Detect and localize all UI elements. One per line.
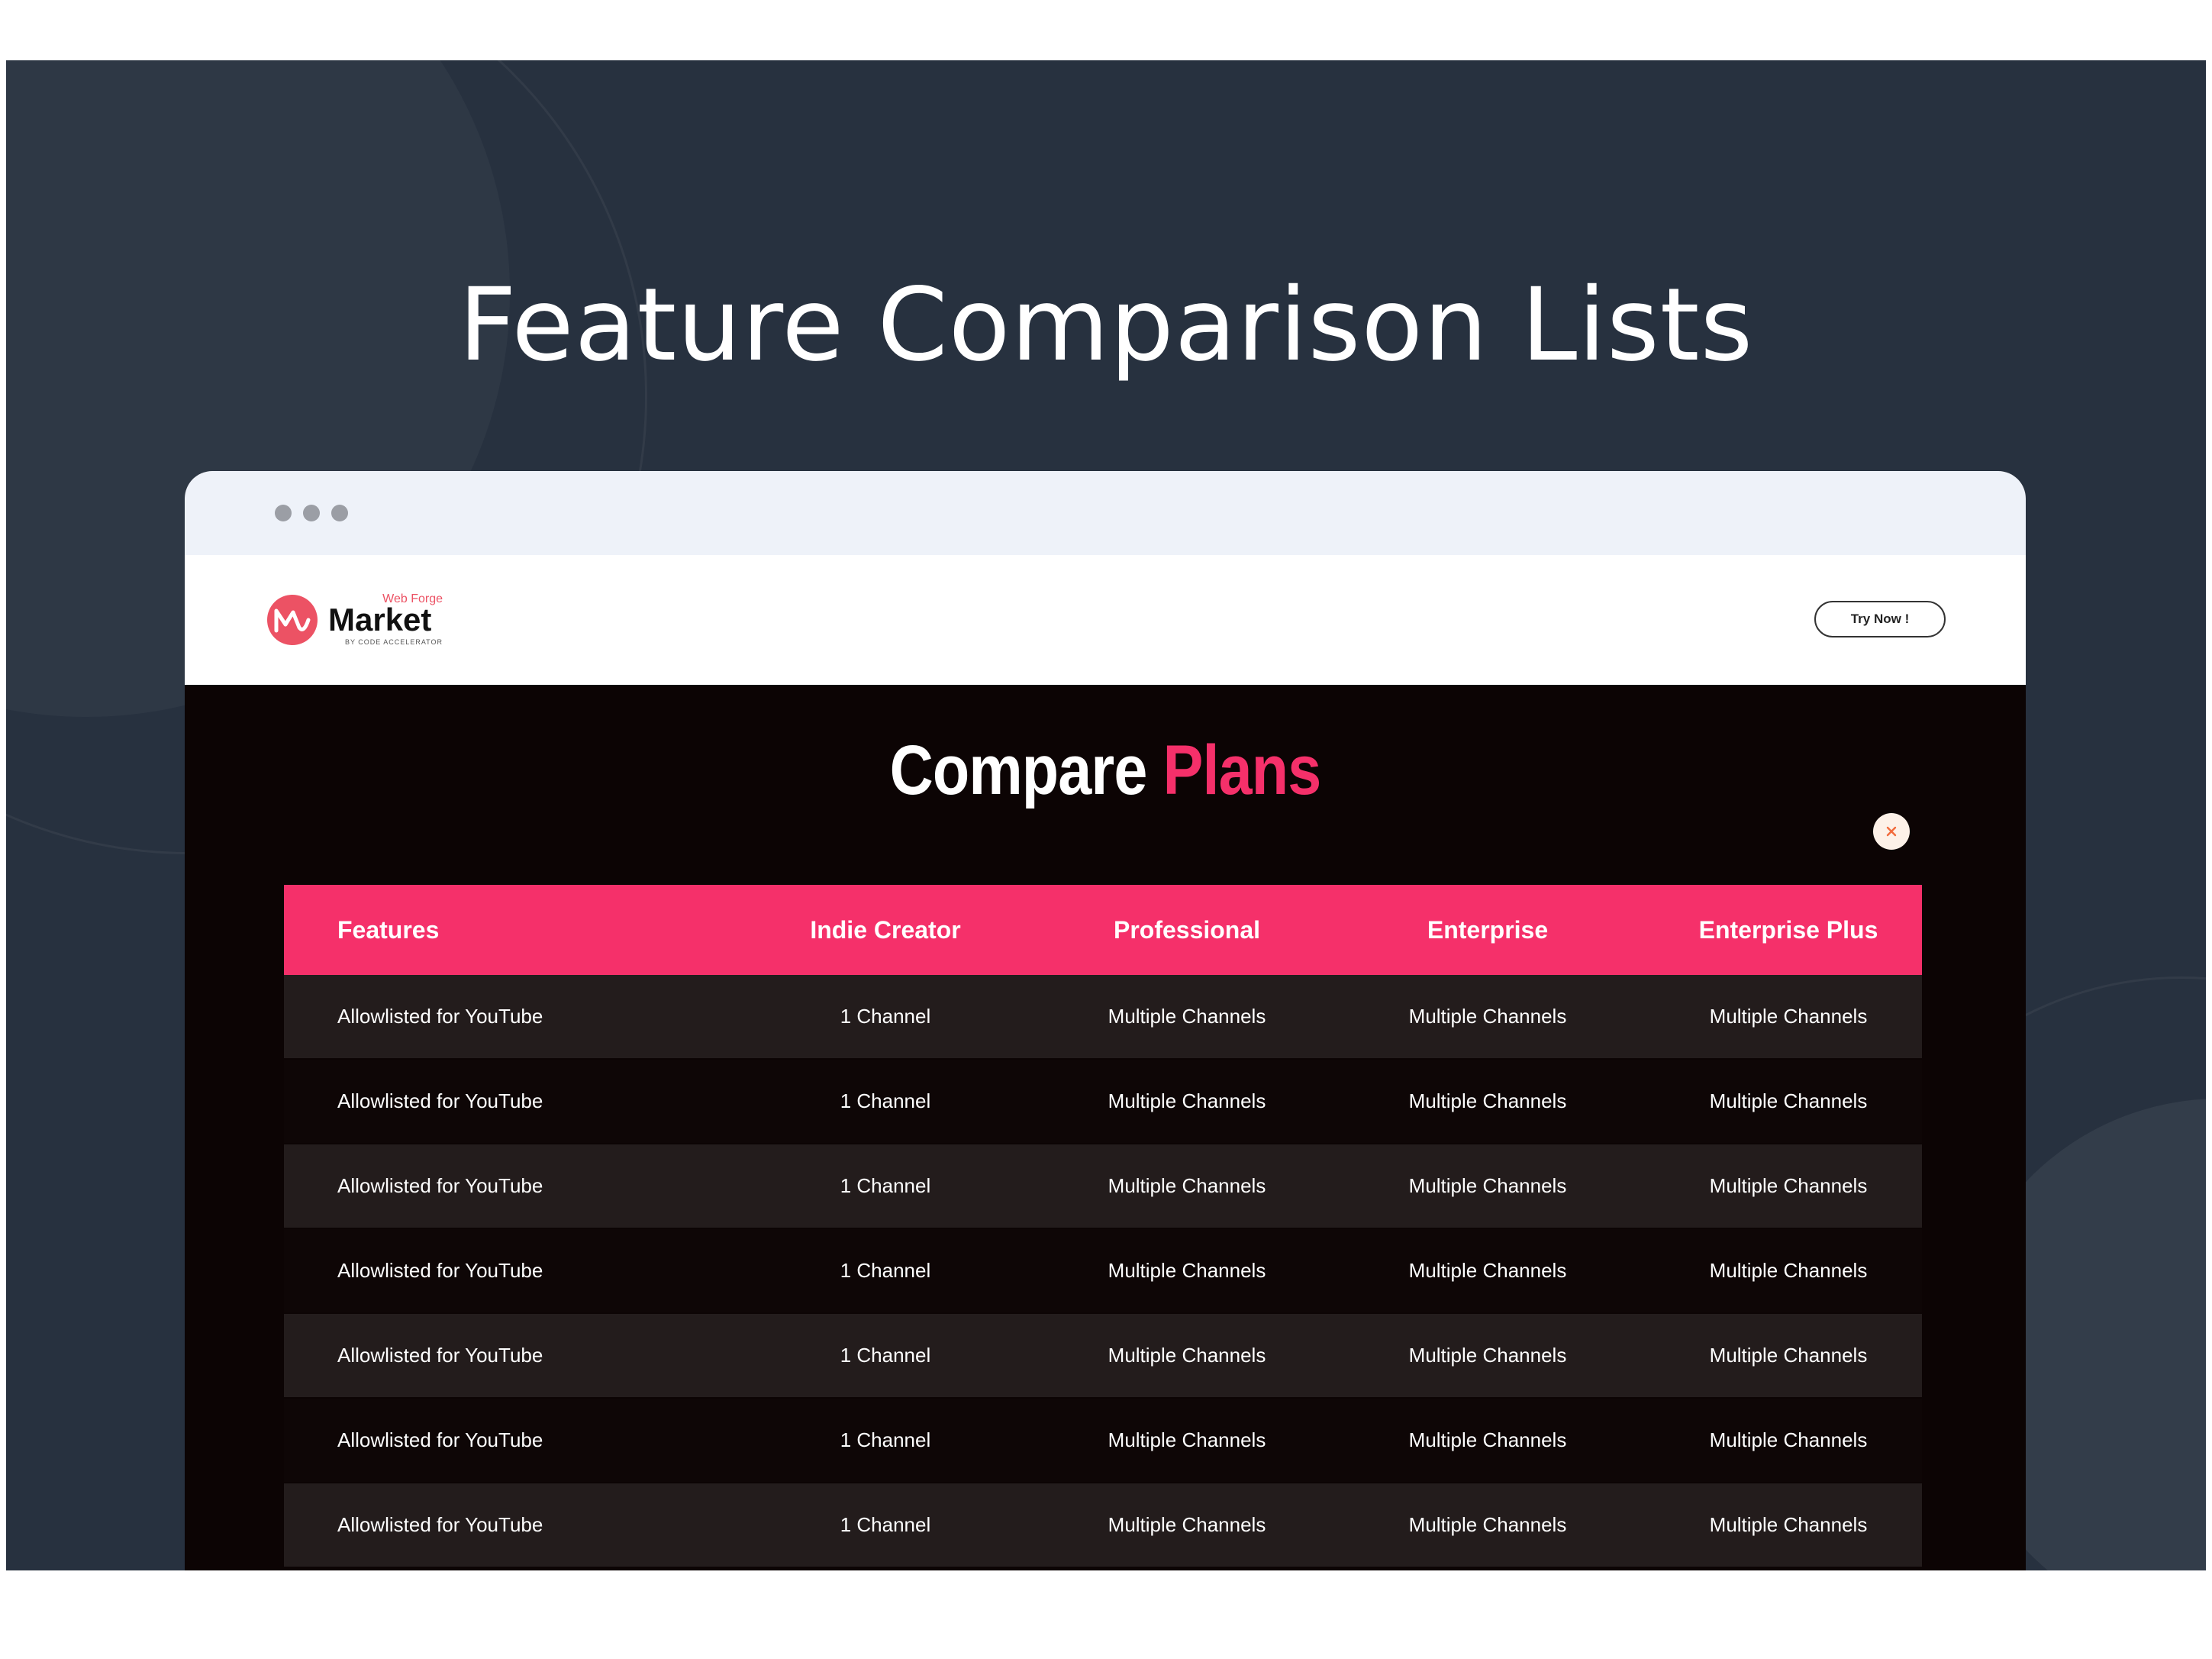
feature-cell: Allowlisted for YouTube [337,1005,543,1028]
professional-cell: Multiple Channels [1108,1174,1266,1197]
header-enterprise: Enterprise [1427,915,1549,944]
enterprise-cell: Multiple Channels [1408,1428,1567,1451]
indie-cell: 1 Channel [840,1428,931,1451]
enterprise-plus-cell: Multiple Channels [1709,1513,1868,1536]
professional-cell: Multiple Channels [1108,1344,1266,1367]
feature-cell: Allowlisted for YouTube [337,1344,543,1367]
compare-plans-section: Compare Plans Features Indie Creator Pro… [185,685,2026,1570]
site-logo[interactable]: Web Forge Market BY CODE ACCELERATOR [267,589,443,650]
table-row: Allowlisted for YouTube 1 Channel Multip… [284,1060,1922,1144]
page-heading: Feature Comparison Lists [458,266,1754,384]
table-row: Allowlisted for YouTube 1 Channel Multip… [284,1314,1922,1399]
compare-title-accent: Plans [1162,731,1322,809]
table-row: Allowlisted for YouTube 1 Channel Multip… [284,1399,1922,1483]
enterprise-plus-cell: Multiple Channels [1709,1174,1868,1197]
window-dot-icon [331,505,348,521]
professional-cell: Multiple Channels [1108,1513,1266,1536]
browser-titlebar [185,471,2026,555]
close-button[interactable] [1873,813,1910,850]
browser-window: Web Forge Market BY CODE ACCELERATOR Try… [185,471,2026,1570]
feature-cell: Allowlisted for YouTube [337,1513,543,1536]
enterprise-plus-cell: Multiple Channels [1709,1089,1868,1112]
compare-title-main: Compare [889,731,1148,809]
indie-cell: 1 Channel [840,1259,931,1282]
logo-main-text: Market [328,602,432,637]
enterprise-plus-cell: Multiple Channels [1709,1005,1868,1028]
compare-title: Compare Plans [314,731,1897,811]
enterprise-cell: Multiple Channels [1408,1174,1567,1197]
header-features: Features [337,915,440,944]
indie-cell: 1 Channel [840,1513,931,1536]
feature-cell: Allowlisted for YouTube [337,1428,543,1451]
showcase-panel: Feature Comparison Lists Web Forge Marke… [6,60,2206,1570]
indie-cell: 1 Channel [840,1344,931,1367]
enterprise-plus-cell: Multiple Channels [1709,1344,1868,1367]
indie-cell: 1 Channel [840,1089,931,1112]
feature-cell: Allowlisted for YouTube [337,1089,543,1112]
professional-cell: Multiple Channels [1108,1005,1266,1028]
indie-cell: 1 Channel [840,1005,931,1028]
comparison-table: Features Indie Creator Professional Ente… [284,885,1922,1568]
feature-cell: Allowlisted for YouTube [337,1259,543,1282]
header-enterprise-plus: Enterprise Plus [1698,915,1878,944]
site-header: Web Forge Market BY CODE ACCELERATOR Try… [185,555,2026,685]
professional-cell: Multiple Channels [1108,1428,1266,1451]
window-dot-icon [275,505,292,521]
enterprise-cell: Multiple Channels [1408,1513,1567,1536]
enterprise-plus-cell: Multiple Channels [1709,1259,1868,1282]
indie-cell: 1 Channel [840,1174,931,1197]
enterprise-cell: Multiple Channels [1408,1089,1567,1112]
table-header-row: Features Indie Creator Professional Ente… [284,885,1922,975]
logo-sub-text: BY CODE ACCELERATOR [344,638,443,646]
close-icon [1886,826,1897,837]
professional-cell: Multiple Channels [1108,1089,1266,1112]
enterprise-cell: Multiple Channels [1408,1344,1567,1367]
feature-cell: Allowlisted for YouTube [337,1174,543,1197]
table-row: Allowlisted for YouTube 1 Channel Multip… [284,1144,1922,1229]
table-row: Allowlisted for YouTube 1 Channel Multip… [284,975,1922,1060]
header-professional: Professional [1113,915,1261,944]
logo-mark-icon [267,595,318,645]
professional-cell: Multiple Channels [1108,1259,1266,1282]
enterprise-cell: Multiple Channels [1408,1005,1567,1028]
logo-wordmark: Web Forge Market BY CODE ACCELERATOR [328,589,443,650]
enterprise-cell: Multiple Channels [1408,1259,1567,1282]
try-now-button[interactable]: Try Now ! [1814,601,1946,637]
table-row: Allowlisted for YouTube 1 Channel Multip… [284,1483,1922,1568]
window-dot-icon [303,505,320,521]
table-row: Allowlisted for YouTube 1 Channel Multip… [284,1229,1922,1314]
header-indie-creator: Indie Creator [810,915,961,944]
enterprise-plus-cell: Multiple Channels [1709,1428,1868,1451]
